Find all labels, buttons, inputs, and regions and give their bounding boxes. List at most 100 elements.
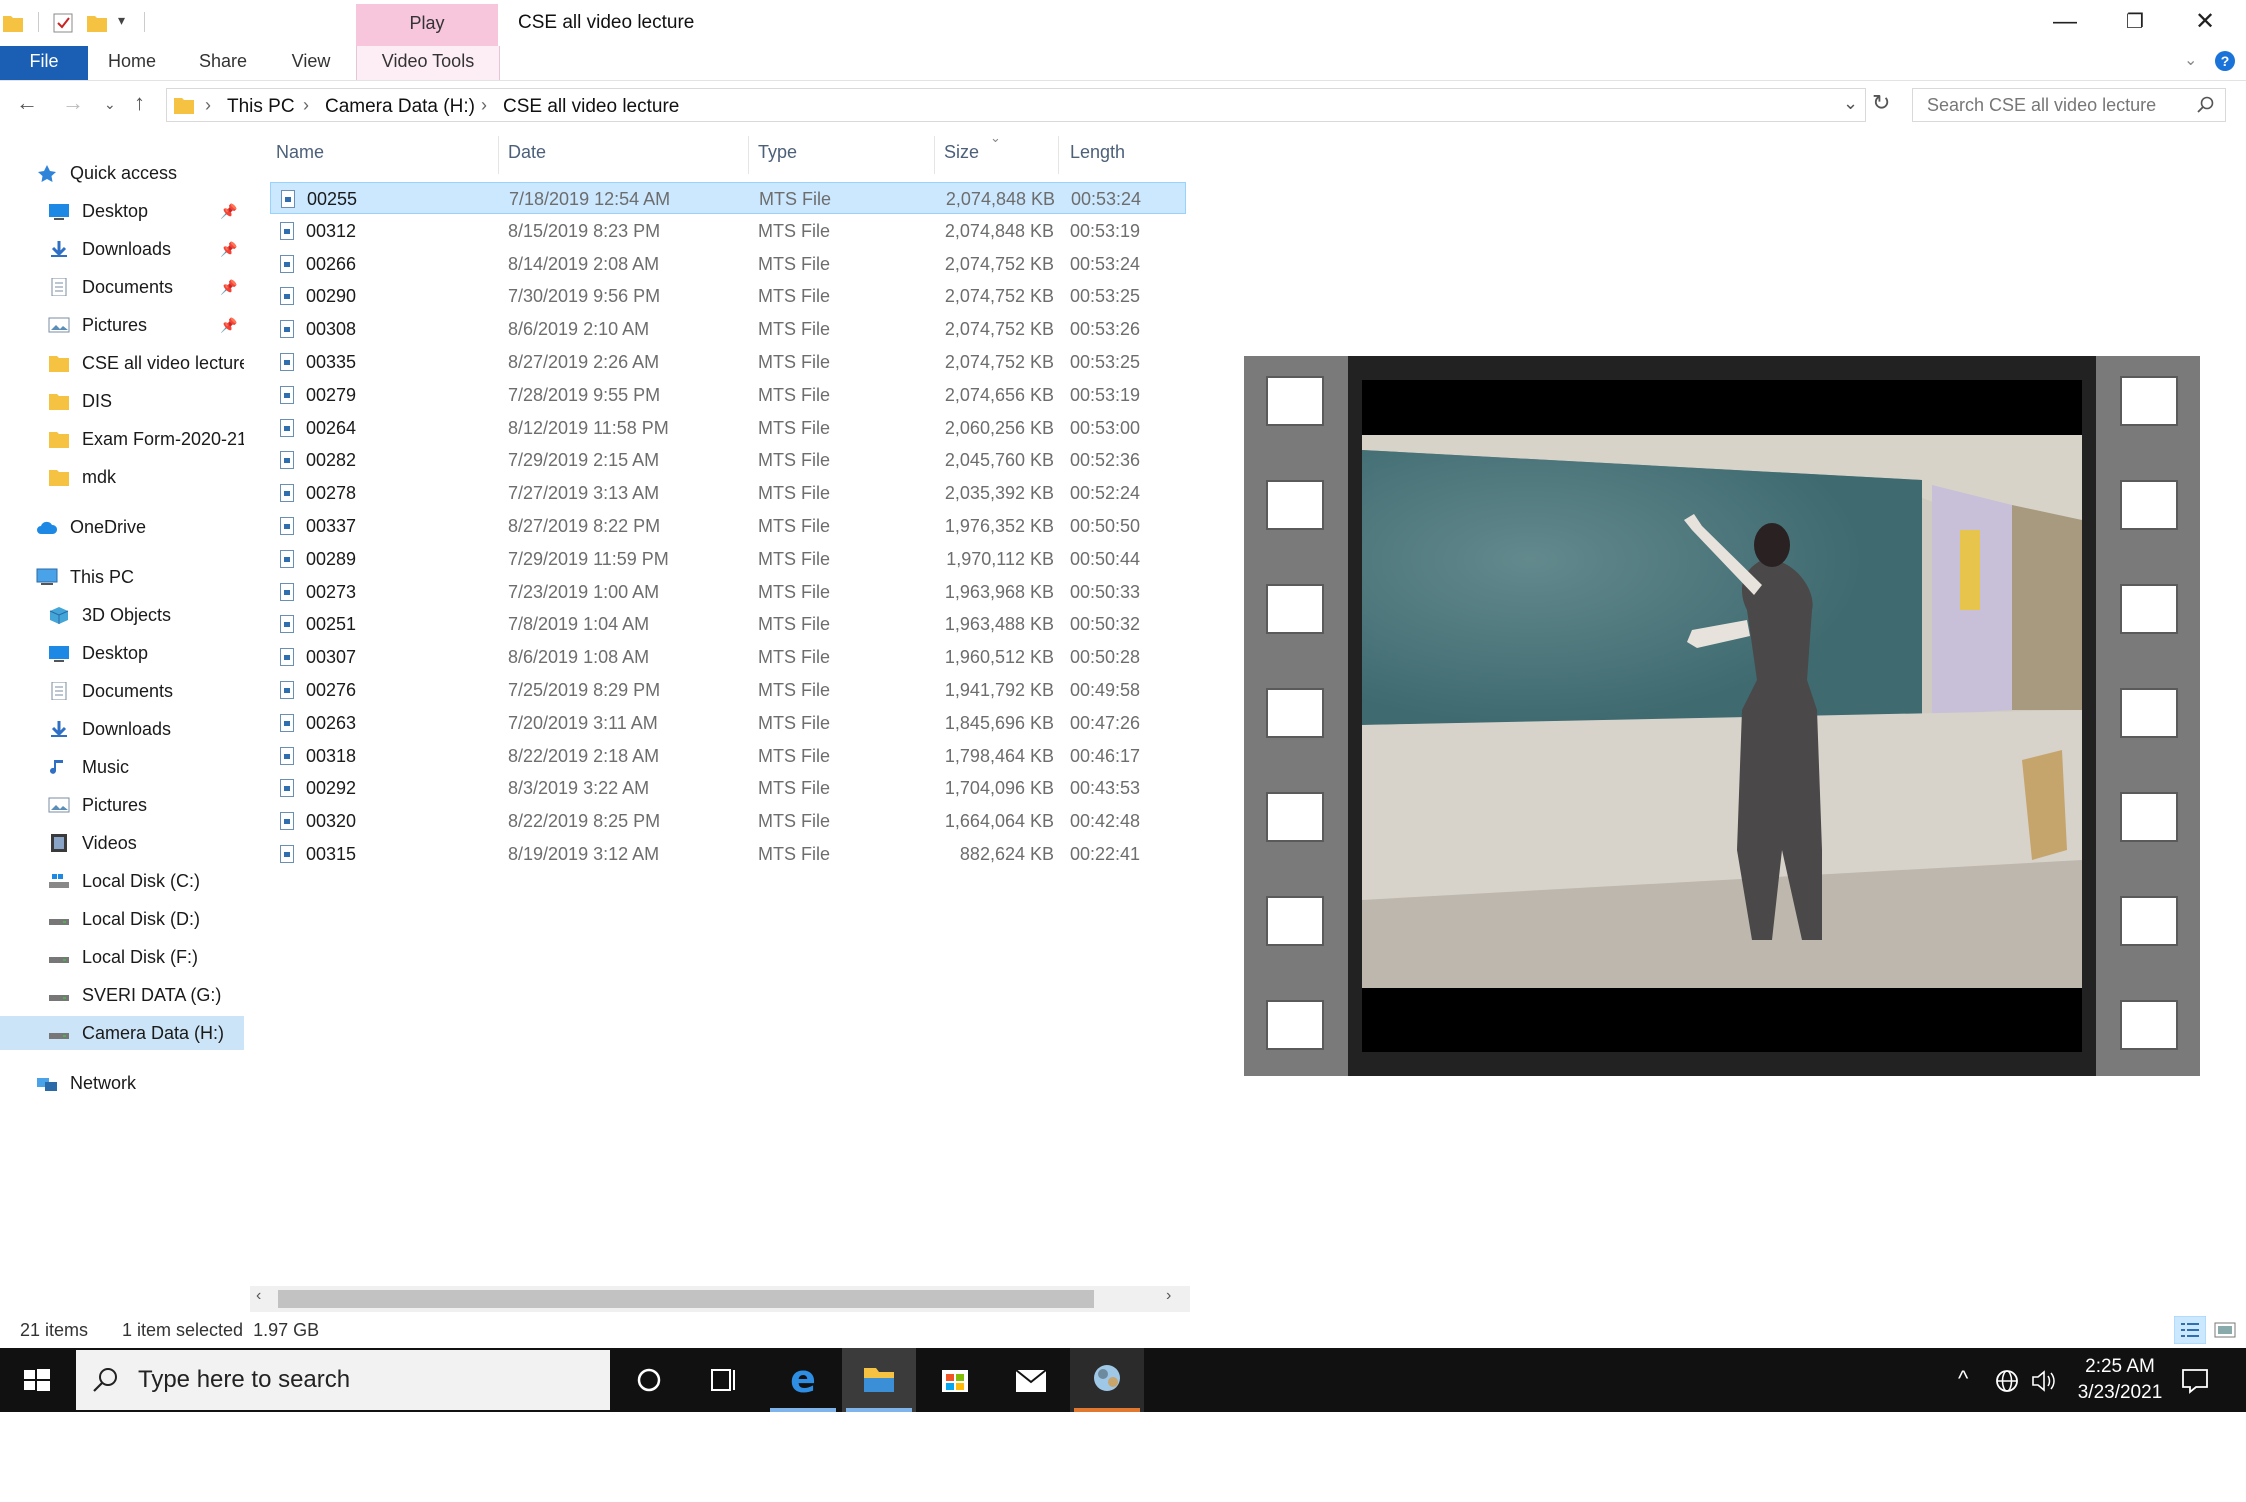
breadcrumb-this-pc[interactable]: This PC bbox=[227, 96, 295, 118]
nav-item-exam-form-2020-21[interactable]: Exam Form-2020-21 bbox=[0, 422, 244, 456]
qat-dropdown-icon[interactable]: ▾ bbox=[118, 12, 125, 29]
task-view-icon[interactable] bbox=[686, 1348, 760, 1412]
table-row[interactable]: 00320 8/22/2019 8:25 PM MTS File 1,664,064 … bbox=[270, 805, 1186, 837]
nav-item-this-pc[interactable]: This PC bbox=[0, 560, 244, 594]
table-row[interactable]: 00290 7/30/2019 9:56 PM MTS File 2,074,752 … bbox=[270, 280, 1186, 312]
forward-arrow-icon[interactable]: → bbox=[62, 90, 84, 116]
nav-item-onedrive[interactable]: OneDrive bbox=[0, 510, 244, 544]
minimize-button[interactable]: — bbox=[2030, 0, 2100, 46]
nav-item-dis[interactable]: DIS bbox=[0, 384, 244, 418]
tab-share[interactable]: Share bbox=[190, 46, 256, 80]
table-row[interactable]: 00308 8/6/2019 2:10 AM MTS File 2,074,752 K… bbox=[270, 313, 1186, 345]
table-row[interactable]: 00255 7/18/2019 12:54 AM MTS File 2,074,848… bbox=[270, 182, 1186, 214]
nav-item-desktop[interactable]: Desktop 📌 bbox=[0, 194, 244, 228]
column-divider[interactable] bbox=[934, 136, 935, 174]
refresh-icon[interactable]: ↻ bbox=[1872, 90, 1890, 116]
nav-item-desktop[interactable]: Desktop bbox=[0, 636, 244, 670]
address-dropdown-icon[interactable]: ⌄ bbox=[1843, 93, 1858, 114]
table-row[interactable]: 00273 7/23/2019 1:00 AM MTS File 1,963,968 … bbox=[270, 576, 1186, 608]
details-view-icon[interactable] bbox=[2174, 1316, 2206, 1344]
screen-capture-app-icon[interactable] bbox=[1070, 1348, 1144, 1412]
table-row[interactable]: 00263 7/20/2019 3:11 AM MTS File 1,845,696 … bbox=[270, 707, 1186, 739]
scrollbar-thumb[interactable] bbox=[278, 1290, 1094, 1308]
column-header-size[interactable]: Size bbox=[944, 142, 979, 163]
nav-item-network[interactable]: Network bbox=[0, 1066, 244, 1100]
nav-item-3d-objects[interactable]: 3D Objects bbox=[0, 598, 244, 632]
scroll-left-icon[interactable]: ‹ bbox=[256, 1287, 261, 1305]
table-row[interactable]: 00264 8/12/2019 11:58 PM MTS File 2,060,256… bbox=[270, 412, 1186, 444]
nav-item-downloads[interactable]: Downloads 📌 bbox=[0, 232, 244, 266]
back-arrow-icon[interactable]: ← bbox=[16, 90, 38, 116]
network-globe-icon[interactable] bbox=[1994, 1368, 2020, 1394]
restore-button[interactable]: ❐ bbox=[2100, 0, 2170, 46]
properties-icon[interactable] bbox=[52, 12, 74, 34]
table-row[interactable]: 00292 8/3/2019 3:22 AM MTS File 1,704,096 K… bbox=[270, 772, 1186, 804]
nav-item-cse-all-video-lecture[interactable]: CSE all video lecture bbox=[0, 346, 244, 380]
table-row[interactable]: 00289 7/29/2019 11:59 PM MTS File 1,970,112… bbox=[270, 543, 1186, 575]
horizontal-scrollbar[interactable]: ‹ › bbox=[250, 1286, 1190, 1312]
mail-icon[interactable] bbox=[994, 1348, 1068, 1412]
help-icon[interactable]: ? bbox=[2214, 50, 2236, 72]
taskbar-search-input[interactable] bbox=[138, 1366, 588, 1394]
table-row[interactable]: 00251 7/8/2019 1:04 AM MTS File 1,963,488 K… bbox=[270, 608, 1186, 640]
search-box[interactable] bbox=[1912, 88, 2226, 122]
nav-item-music[interactable]: Music bbox=[0, 750, 244, 784]
table-row[interactable]: 00337 8/27/2019 8:22 PM MTS File 1,976,352 … bbox=[270, 510, 1186, 542]
tab-home[interactable]: Home bbox=[100, 46, 164, 80]
nav-item-local-disk-d[interactable]: Local Disk (D:) bbox=[0, 902, 244, 936]
table-row[interactable]: 00312 8/15/2019 8:23 PM MTS File 2,074,848 … bbox=[270, 215, 1186, 247]
new-folder-icon[interactable] bbox=[86, 12, 108, 34]
nav-item-documents[interactable]: Documents bbox=[0, 674, 244, 708]
notifications-icon[interactable] bbox=[2180, 1366, 2210, 1396]
table-row[interactable]: 00318 8/22/2019 2:18 AM MTS File 1,798,464 … bbox=[270, 740, 1186, 772]
nav-item-documents[interactable]: Documents 📌 bbox=[0, 270, 244, 304]
column-divider[interactable] bbox=[498, 136, 499, 174]
scroll-right-icon[interactable]: › bbox=[1166, 1287, 1171, 1305]
column-header-type[interactable]: Type bbox=[758, 142, 797, 163]
tab-video-tools[interactable]: Video Tools bbox=[356, 46, 500, 80]
nav-item-local-disk-c[interactable]: Local Disk (C:) bbox=[0, 864, 244, 898]
table-row[interactable]: 00315 8/19/2019 3:12 AM MTS File 882,624 KB… bbox=[270, 838, 1186, 870]
nav-item-downloads[interactable]: Downloads bbox=[0, 712, 244, 746]
large-icons-view-icon[interactable] bbox=[2212, 1318, 2238, 1342]
taskbar-search[interactable] bbox=[76, 1350, 610, 1410]
nav-item-quick-access[interactable]: Quick access bbox=[0, 156, 244, 190]
nav-item-local-disk-f[interactable]: Local Disk (F:) bbox=[0, 940, 244, 974]
recent-chevron-icon[interactable]: ⌄ bbox=[104, 96, 116, 113]
nav-item-pictures[interactable]: Pictures bbox=[0, 788, 244, 822]
column-header-date[interactable]: Date bbox=[508, 142, 546, 163]
close-button[interactable]: ✕ bbox=[2170, 0, 2240, 46]
column-header-name[interactable]: Name bbox=[276, 142, 324, 163]
windows-start-icon[interactable] bbox=[0, 1348, 74, 1412]
system-clock[interactable]: 2:25 AM 3/23/2021 bbox=[2060, 1354, 2180, 1406]
table-row[interactable]: 00307 8/6/2019 1:08 AM MTS File 1,960,512 K… bbox=[270, 641, 1186, 673]
breadcrumb-current-folder[interactable]: CSE all video lecture bbox=[503, 96, 679, 118]
table-row[interactable]: 00278 7/27/2019 3:13 AM MTS File 2,035,392 … bbox=[270, 477, 1186, 509]
tab-file[interactable]: File bbox=[0, 46, 88, 80]
column-header-length[interactable]: Length bbox=[1070, 142, 1125, 163]
nav-item-videos[interactable]: Videos bbox=[0, 826, 244, 860]
ribbon-expand-icon[interactable]: ⌄ bbox=[2184, 50, 2197, 70]
cortana-icon[interactable] bbox=[612, 1348, 686, 1412]
show-hidden-icons-icon[interactable]: ^ bbox=[1958, 1366, 1968, 1392]
volume-icon[interactable] bbox=[2030, 1368, 2058, 1394]
edge-browser-icon[interactable]: e bbox=[766, 1348, 840, 1412]
nav-item-sveri-data-g[interactable]: SVERI DATA (G:) bbox=[0, 978, 244, 1012]
file-explorer-icon[interactable] bbox=[842, 1348, 916, 1412]
nav-item-mdk[interactable]: mdk bbox=[0, 460, 244, 494]
table-row[interactable]: 00279 7/28/2019 9:55 PM MTS File 2,074,656 … bbox=[270, 379, 1186, 411]
search-input[interactable] bbox=[1927, 95, 2177, 116]
column-divider[interactable] bbox=[1058, 136, 1059, 174]
column-divider[interactable] bbox=[748, 136, 749, 174]
table-row[interactable]: 00266 8/14/2019 2:08 AM MTS File 2,074,752 … bbox=[270, 248, 1186, 280]
nav-item-camera-data-h[interactable]: Camera Data (H:) bbox=[0, 1016, 244, 1050]
up-arrow-icon[interactable]: ↑ bbox=[134, 90, 145, 116]
table-row[interactable]: 00276 7/25/2019 8:29 PM MTS File 1,941,792 … bbox=[270, 674, 1186, 706]
address-bar[interactable]: › This PC › Camera Data (H:) › CSE all v… bbox=[166, 88, 1866, 122]
tab-view[interactable]: View bbox=[280, 46, 342, 80]
table-row[interactable]: 00335 8/27/2019 2:26 AM MTS File 2,074,752 … bbox=[270, 346, 1186, 378]
breadcrumb-camera-data[interactable]: Camera Data (H:) bbox=[325, 96, 475, 118]
nav-item-pictures[interactable]: Pictures 📌 bbox=[0, 308, 244, 342]
table-row[interactable]: 00282 7/29/2019 2:15 AM MTS File 2,045,760 … bbox=[270, 444, 1186, 476]
store-icon[interactable] bbox=[918, 1348, 992, 1412]
